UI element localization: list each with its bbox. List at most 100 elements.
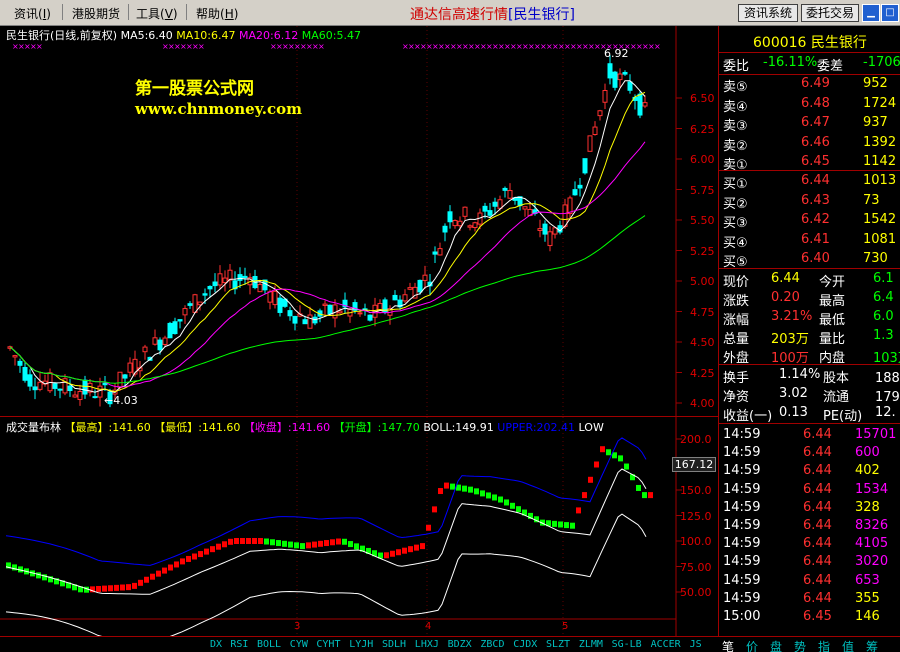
news-system-button[interactable]: 资讯系统 xyxy=(738,4,798,22)
volume-box xyxy=(252,538,257,544)
detail-tab[interactable]: 筹 xyxy=(866,638,878,652)
candle-body xyxy=(637,93,643,116)
volume-box xyxy=(120,584,125,591)
kline-chart[interactable]: × × × × × × × × × × × × × × × × × × × × × × × × × × × × × × × × × × × × × × × ×… xyxy=(0,26,718,416)
sell-level-volume: 952 xyxy=(863,76,888,91)
candle-body xyxy=(17,360,23,366)
indicator-tab-sg-lb[interactable]: SG-LB xyxy=(612,639,642,650)
price-axis-label: 4.25 xyxy=(690,366,715,380)
candle-body xyxy=(47,372,53,392)
tick-volume: 600 xyxy=(855,445,880,461)
indicator-tab-boll[interactable]: BOLL xyxy=(257,639,281,650)
detail-tab[interactable]: 盘 xyxy=(770,638,782,652)
signal-marker: × xyxy=(36,42,43,51)
candle-body xyxy=(337,310,343,314)
volume-box xyxy=(468,486,473,493)
menu-help[interactable]: 帮助(H) xyxy=(196,5,238,22)
volume-box xyxy=(564,522,569,529)
candle-body xyxy=(127,362,133,373)
indicator-tab-sdlh[interactable]: SDLH xyxy=(382,639,406,650)
candle-body xyxy=(12,355,18,358)
volume-legend: 成交量布林 【最高】:141.60 【最低】:141.60 【收盘】:141.6… xyxy=(6,419,604,435)
volume-box xyxy=(384,552,389,559)
volume-box xyxy=(600,446,605,453)
candle-body xyxy=(67,385,73,392)
candle-body xyxy=(562,204,568,227)
volume-box xyxy=(402,547,407,554)
buy-level-volume: 730 xyxy=(863,251,888,266)
indicator-tab-cyw[interactable]: CYW xyxy=(290,639,308,650)
volume-box xyxy=(306,542,311,549)
volume-box xyxy=(264,538,269,545)
candle-body xyxy=(327,304,333,315)
indicator-tab-lhxj[interactable]: LHXJ xyxy=(415,639,439,650)
indicator-tabs: DX RSI BOLL CYW CYHT LYJH SDLH LHXJ BDZX ZBCD CJDX… xyxy=(0,636,900,652)
candle-body xyxy=(472,222,478,228)
volume-box xyxy=(216,543,221,550)
menu-hk-futures[interactable]: 港股期货 xyxy=(72,5,120,22)
tick-price: 6.44 xyxy=(803,427,832,442)
candle-body xyxy=(487,210,493,216)
detail-tab[interactable]: 指 xyxy=(818,638,830,652)
sell-level-volume: 1724 xyxy=(863,95,897,111)
trade-order-button[interactable]: 委托交易 xyxy=(801,4,859,22)
candle-body xyxy=(482,205,488,212)
minimize-icon[interactable]: ▁ xyxy=(862,4,880,22)
indicator-tab-dx[interactable]: DX xyxy=(210,639,222,650)
candle-body xyxy=(642,102,648,107)
detail-tab[interactable]: 笔 xyxy=(722,638,734,652)
app-window: 资讯(I) 港股期货 工具(V) 帮助(H) 通达信高速行情[民生银行] 资讯系… xyxy=(0,0,900,652)
stat-value: 6.4 xyxy=(873,290,894,305)
buy-level-price: 6.42 xyxy=(801,212,830,227)
candle-body xyxy=(452,220,458,227)
ma-legend-item: MA60:5.47 xyxy=(301,29,361,42)
indicator-tab-bdzx[interactable]: BDZX xyxy=(448,639,472,650)
indicator-tab-zlmm[interactable]: ZLMM xyxy=(579,639,603,650)
stat-label: 最低 xyxy=(819,313,846,328)
candle-body xyxy=(547,231,553,247)
stat-label: 涨幅 xyxy=(723,313,750,328)
indicator-tab-accer[interactable]: ACCER xyxy=(651,639,681,650)
tick-price: 6.44 xyxy=(803,445,832,461)
volume-axis-label: 200.0 xyxy=(680,433,712,446)
indicator-tab-cyht[interactable]: CYHT xyxy=(316,639,340,650)
candle-body xyxy=(442,225,448,233)
indicator-tab-js[interactable]: JS xyxy=(690,639,702,650)
indicator-tab-zbcd[interactable]: ZBCD xyxy=(480,639,504,650)
volume-legend-item: 【最低】 xyxy=(154,421,199,434)
volume-box xyxy=(480,490,485,497)
volume-legend-item: 【开盘】 xyxy=(333,421,378,434)
tick-time: 14:59 xyxy=(723,590,761,606)
menu-news[interactable]: 资讯(I) xyxy=(14,5,51,22)
indicator-tab-lyjh[interactable]: LYJH xyxy=(349,639,373,650)
indicator-tab-rsi[interactable]: RSI xyxy=(230,639,248,650)
indicator-tab-cjdx[interactable]: CJDX xyxy=(513,639,537,650)
stat-label: 现价 xyxy=(723,275,750,290)
volume-box xyxy=(204,548,209,555)
detail-tab[interactable]: 价 xyxy=(746,638,758,652)
maximize-icon[interactable]: □ xyxy=(881,4,899,22)
volume-box xyxy=(426,524,431,531)
watermark-url: www.chnmoney.com xyxy=(135,100,302,118)
detail-tab[interactable]: 势 xyxy=(794,638,806,652)
volume-box xyxy=(240,538,245,544)
candle-body xyxy=(407,287,413,290)
volume-box xyxy=(576,507,581,514)
candle-body xyxy=(227,269,233,281)
tick-volume: 15701 xyxy=(855,427,897,442)
price-axis-label: 5.25 xyxy=(690,244,715,258)
tick-time: 14:59 xyxy=(723,463,761,479)
price-axis-label: 4.00 xyxy=(690,397,715,410)
indicator-tab-slzt[interactable]: SLZT xyxy=(546,639,570,650)
menu-tools[interactable]: 工具(V) xyxy=(136,5,178,22)
candle-body xyxy=(192,294,198,313)
volume-boll-chart[interactable]: 成交量布林 【最高】:141.60 【最低】:141.60 【收盘】:141.6… xyxy=(0,416,718,637)
ma-legend-item: MA10:6.47 xyxy=(176,29,240,42)
candle-body xyxy=(402,294,408,302)
tick-volume: 328 xyxy=(855,499,880,515)
buy-level-label: 买④ xyxy=(723,235,748,251)
volume-box xyxy=(96,585,101,592)
candle-body xyxy=(117,371,123,388)
detail-tab[interactable]: 值 xyxy=(842,638,854,652)
candle-body xyxy=(72,394,78,398)
